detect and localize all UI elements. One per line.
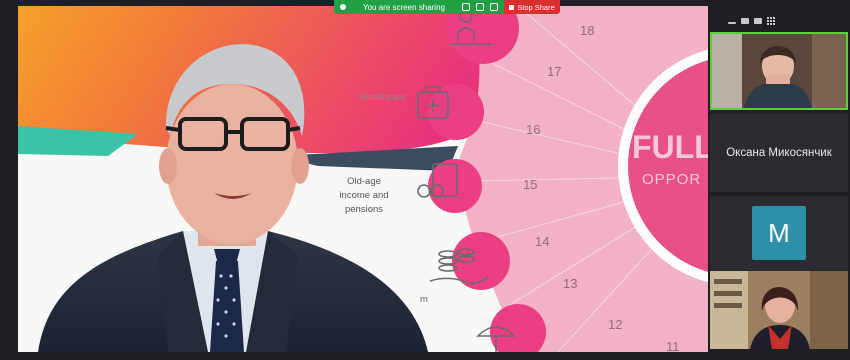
share-indicator-icon	[340, 4, 346, 10]
participant-video	[712, 34, 846, 108]
number-16: 16	[526, 122, 540, 137]
panel-toolbar	[728, 17, 775, 25]
stop-share-label: Stop Share	[517, 2, 555, 12]
number-15: 15	[523, 177, 537, 192]
participant-name: Оксана Микосянчик	[726, 147, 832, 159]
pause-share-icon[interactable]	[462, 3, 470, 11]
participant-tile[interactable]: M	[710, 196, 848, 274]
share-status-bar: You are screen sharing	[334, 0, 504, 14]
center-title: FULL	[632, 129, 708, 165]
slide-graphic: Healthcare Old-age income and pensions m…	[18, 6, 708, 352]
label-partial: m	[420, 294, 428, 305]
label-old-age-1: Old-age	[347, 176, 381, 187]
label-old-age-3: pensions	[345, 204, 383, 215]
participant-tile[interactable]: Оксана Микосянчик	[710, 114, 848, 192]
number-12: 12	[608, 317, 622, 332]
number-11: 11	[666, 339, 680, 352]
screen-icon[interactable]	[490, 3, 498, 11]
number-14: 14	[535, 234, 549, 249]
label-old-age-2: income and	[339, 190, 388, 201]
avatar: M	[752, 206, 806, 260]
screen-share-banner: You are screen sharing Stop Share	[334, 0, 560, 14]
minimize-icon[interactable]	[728, 22, 736, 24]
number-17: 17	[547, 64, 561, 79]
participant-tile-active-speaker[interactable]	[710, 32, 848, 110]
security-icon[interactable]	[476, 3, 484, 11]
shared-video: Healthcare Old-age income and pensions m…	[18, 6, 708, 352]
number-18: 18	[580, 23, 594, 38]
center-subtitle: OPPOR	[642, 171, 701, 188]
participant-tile[interactable]	[710, 271, 848, 349]
speaker-view-icon[interactable]	[754, 18, 762, 24]
number-13: 13	[563, 276, 577, 291]
participant-panel: Оксана Микосянчик M	[708, 6, 850, 360]
gallery-view-icon[interactable]	[767, 17, 775, 25]
label-healthcare: Healthcare	[360, 92, 406, 103]
single-view-icon[interactable]	[741, 18, 749, 24]
stop-share-button[interactable]: Stop Share	[504, 0, 560, 14]
participant-video	[710, 271, 848, 349]
stop-icon	[509, 4, 515, 10]
share-status-text: You are screen sharing	[363, 2, 445, 12]
